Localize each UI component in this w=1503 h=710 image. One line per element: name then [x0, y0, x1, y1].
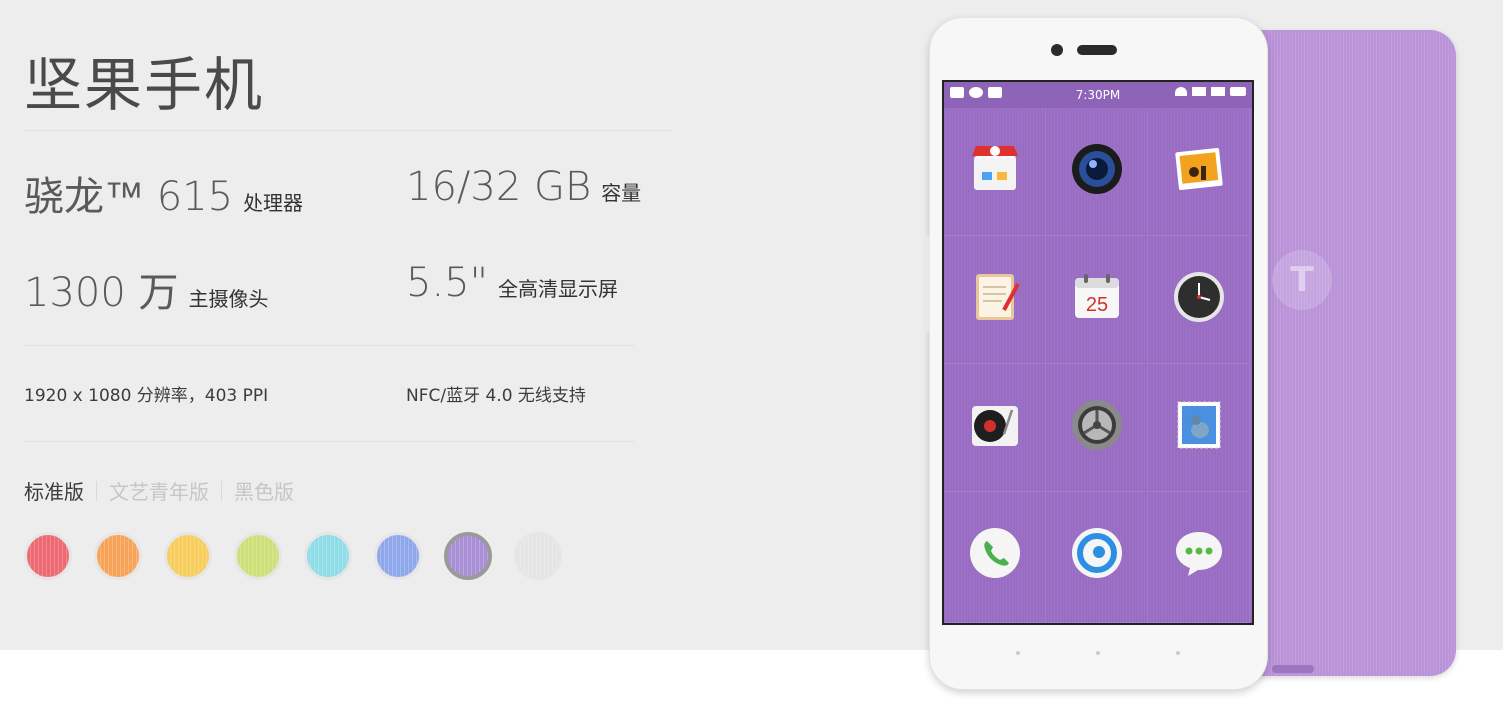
music-app-icon[interactable]: [968, 398, 1022, 452]
spec-wireless: NFC/蓝牙 4.0 无线支持: [406, 386, 586, 406]
signal-icon: [1192, 87, 1206, 96]
specs-divider: [24, 345, 634, 346]
app-cell: 25: [1046, 236, 1148, 364]
front-camera-icon: [1051, 44, 1063, 56]
spec-processor: 骁龙™ 615 处理器: [24, 164, 303, 222]
phone-port: [1272, 665, 1314, 673]
spec-processor-label: 处理器: [243, 191, 304, 215]
app-cell: [944, 108, 1046, 236]
phone-app-icon[interactable]: [968, 526, 1022, 580]
app-cell: [1148, 108, 1250, 236]
tab-black-edition[interactable]: 黑色版: [234, 476, 294, 505]
color-swatch-purple[interactable]: [444, 532, 492, 580]
app-cell: [1148, 236, 1250, 364]
tab-standard-edition[interactable]: 标准版: [24, 476, 84, 505]
spec-camera: 1300 万主摄像头: [24, 260, 269, 318]
color-swatch-red[interactable]: [24, 532, 72, 580]
tab-literary-edition[interactable]: 文艺青年版: [109, 476, 209, 505]
store-app-icon[interactable]: [968, 142, 1022, 196]
tab-separator: [96, 480, 97, 501]
dock-cell: [1046, 492, 1148, 623]
color-swatch-yellow[interactable]: [164, 532, 212, 580]
spec-camera-label: 主摄像头: [188, 287, 269, 311]
color-swatch-blue[interactable]: [374, 532, 422, 580]
editions-divider: [24, 441, 634, 442]
calendar-day: 25: [1086, 294, 1108, 316]
gallery-app-icon[interactable]: [1172, 142, 1226, 196]
signal-icon: [1211, 87, 1225, 96]
color-swatch-green[interactable]: [234, 532, 282, 580]
nav-dot: [1016, 651, 1020, 655]
status-bar: 7:30PM: [944, 82, 1252, 108]
spec-resolution: 1920 x 1080 分辨率，403 PPI: [24, 386, 269, 406]
color-swatch-white[interactable]: [514, 532, 562, 580]
app-cell: [1046, 364, 1148, 492]
phone-back-image: [1236, 30, 1456, 676]
battery-icon: [1230, 87, 1246, 96]
nav-dot: [1096, 651, 1100, 655]
mail-app-icon[interactable]: [1172, 398, 1226, 452]
spec-storage-label: 容量: [601, 181, 642, 205]
messages-app-icon[interactable]: [1172, 526, 1226, 580]
color-swatch-cyan[interactable]: [304, 532, 352, 580]
spec-display-value: 5.5": [406, 260, 489, 306]
app-cell: [1046, 108, 1148, 236]
spec-processor-value: 骁龙™ 615: [24, 174, 234, 220]
dock-cell: [944, 492, 1046, 623]
browser-app-icon[interactable]: [1070, 526, 1124, 580]
spec-display-label: 全高清显示屏: [498, 277, 619, 301]
settings-app-icon[interactable]: [1070, 398, 1124, 452]
phone-screen: 7:30PM 25: [942, 80, 1254, 625]
notes-app-icon[interactable]: [968, 270, 1022, 324]
nav-dot: [1176, 651, 1180, 655]
phone-side-button: [925, 236, 930, 332]
spec-storage: 16/32 GB 容量: [406, 164, 641, 210]
edition-tabs: 标准版 文艺青年版 黑色版: [24, 476, 294, 505]
earpiece-speaker: [1077, 45, 1117, 55]
tab-separator: [221, 480, 222, 501]
spec-camera-value: 1300 万: [24, 270, 179, 316]
spec-storage-value: 16/32 GB: [406, 164, 592, 210]
app-cell: [944, 364, 1046, 492]
wifi-icon: [1175, 87, 1187, 96]
app-cell: [1148, 364, 1250, 492]
title-divider: [24, 130, 672, 131]
spec-display: 5.5" 全高清显示屏: [406, 260, 618, 306]
camera-app-icon[interactable]: [1070, 142, 1124, 196]
phone-back-logo: T: [1272, 250, 1332, 310]
clock-app-icon[interactable]: [1172, 270, 1226, 324]
color-swatch-orange[interactable]: [94, 532, 142, 580]
dock-cell: [1148, 492, 1250, 623]
product-title: 坚果手机: [24, 51, 265, 119]
status-icons: [1175, 87, 1246, 96]
calendar-app-icon[interactable]: 25: [1070, 270, 1124, 324]
app-cell: [944, 236, 1046, 364]
home-screen-grid: 25: [944, 108, 1252, 623]
